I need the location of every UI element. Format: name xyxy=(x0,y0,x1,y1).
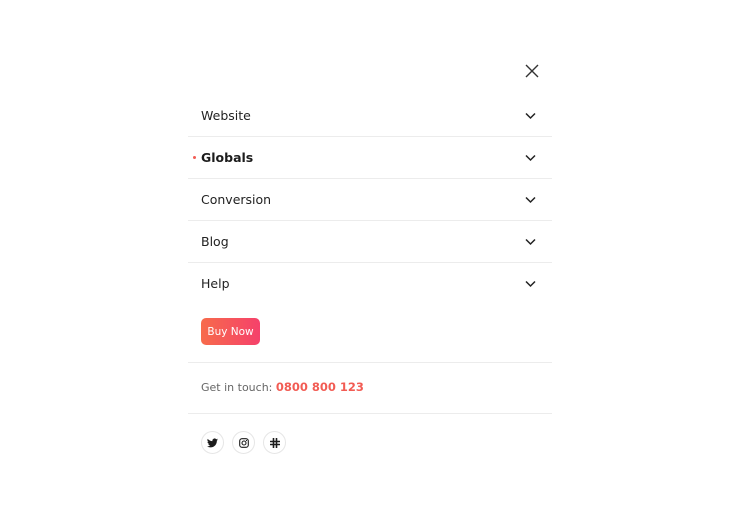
instagram-button[interactable] xyxy=(232,431,255,454)
divider xyxy=(188,413,552,414)
menu-item-blog[interactable]: Blog xyxy=(188,221,552,263)
twitter-icon xyxy=(207,437,218,447)
close-icon[interactable] xyxy=(525,64,539,78)
slack-button[interactable] xyxy=(263,431,286,454)
chevron-down-icon[interactable] xyxy=(525,152,536,163)
phone-link[interactable]: 0800 800 123 xyxy=(276,380,364,394)
divider xyxy=(188,362,552,363)
chevron-down-icon[interactable] xyxy=(525,194,536,205)
instagram-icon xyxy=(238,437,249,448)
menu-item-conversion[interactable]: Conversion xyxy=(188,179,552,221)
social-links xyxy=(201,431,286,454)
slack-icon xyxy=(269,437,280,448)
menu-item-label: Blog xyxy=(201,234,229,249)
menu-item-label: Website xyxy=(201,108,251,123)
menu-item-website[interactable]: Website xyxy=(188,95,552,137)
active-indicator xyxy=(193,156,196,159)
contact-prefix: Get in touch: xyxy=(201,381,273,394)
chevron-down-icon[interactable] xyxy=(525,278,536,289)
buy-now-button[interactable]: Buy Now xyxy=(201,318,260,345)
menu-item-help[interactable]: Help xyxy=(188,263,552,304)
menu-list: Website Globals Conversion Blog Help xyxy=(188,95,552,304)
menu-item-label: Conversion xyxy=(201,192,272,207)
contact-info: Get in touch: 0800 800 123 xyxy=(201,380,364,394)
menu-item-label: Help xyxy=(201,276,230,291)
twitter-button[interactable] xyxy=(201,431,224,454)
menu-item-label: Globals xyxy=(201,150,254,165)
chevron-down-icon[interactable] xyxy=(525,110,536,121)
chevron-down-icon[interactable] xyxy=(525,236,536,247)
menu-item-globals[interactable]: Globals xyxy=(188,137,552,179)
